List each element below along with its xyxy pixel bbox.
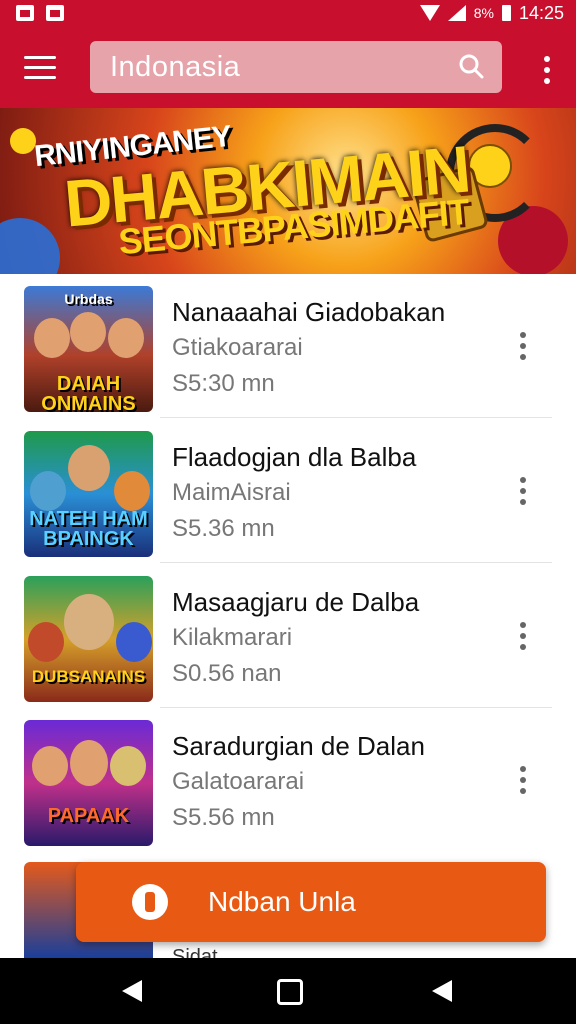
app-title: Saradurgian de Dalan bbox=[172, 731, 425, 761]
divider bbox=[160, 417, 552, 418]
recents-icon[interactable] bbox=[432, 980, 452, 1002]
banner-decoration bbox=[0, 218, 60, 274]
app-subtitle: MaimAisrai bbox=[172, 479, 291, 506]
signal-icon bbox=[447, 5, 466, 21]
battery-icon bbox=[501, 5, 511, 21]
thumbnail-title: DUBSANAINS bbox=[31, 667, 146, 686]
more-vert-icon[interactable] bbox=[544, 56, 552, 84]
app-size: S5.56 mn bbox=[172, 804, 275, 831]
battery-percent: 8% bbox=[473, 5, 494, 21]
thumbnail-caption: Urbdas bbox=[64, 291, 113, 307]
search-icon[interactable] bbox=[458, 53, 484, 79]
more-vert-icon[interactable] bbox=[520, 332, 528, 372]
status-time: 14:25 bbox=[518, 2, 564, 23]
app-title: Masaagjaru de Dalba bbox=[172, 587, 420, 617]
thumbnail-title: NATEH HAM BPAINGK bbox=[29, 508, 148, 550]
install-button[interactable]: Ndban Unla bbox=[76, 862, 546, 942]
status-bar: 8% 14:25 bbox=[0, 0, 576, 26]
divider bbox=[160, 562, 552, 563]
app-thumbnail: NATEH HAM BPAINGK bbox=[24, 431, 153, 557]
home-icon[interactable] bbox=[277, 979, 303, 1005]
app-thumbnail: PAPAAK bbox=[24, 720, 153, 846]
more-vert-icon[interactable] bbox=[520, 766, 528, 806]
menu-icon[interactable] bbox=[24, 56, 56, 80]
more-vert-icon[interactable] bbox=[520, 477, 528, 517]
app-size: S5:30 mn bbox=[172, 370, 275, 397]
image-notification-icon bbox=[16, 5, 34, 21]
app-thumbnail: Urbdas DAIAH ONMAINS bbox=[24, 286, 153, 412]
thumbnail-title: DAIAH ONMAINS bbox=[41, 373, 136, 412]
thumbnail-title: PAPAAK bbox=[47, 805, 130, 827]
install-button-label: Ndban Unla bbox=[208, 886, 356, 917]
list-item[interactable]: PAPAAK Saradurgian de Dalan Galatoararai… bbox=[0, 708, 576, 852]
wifi-icon bbox=[419, 5, 440, 21]
system-nav-bar bbox=[0, 958, 576, 1024]
gallery-notification-icon bbox=[46, 5, 64, 21]
app-subtitle: Gtiakoararai bbox=[172, 334, 303, 361]
list-item[interactable]: Urbdas DAIAH ONMAINS Nanaaahai Giadobaka… bbox=[0, 274, 576, 418]
search-input[interactable]: Indonasia bbox=[90, 41, 502, 93]
list-item[interactable]: NATEH HAM BPAINGK Flaadogjan dla Balba M… bbox=[0, 419, 576, 563]
app-subtitle: Galatoararai bbox=[172, 768, 305, 795]
promo-banner[interactable]: RNIYINGANEY DHABKIMAIN SEONTBPASIMDAFIT bbox=[0, 108, 576, 274]
app-title: Flaadogjan dla Balba bbox=[172, 442, 417, 472]
app-bar: Indonasia bbox=[0, 26, 576, 108]
app-size: S5.36 mn bbox=[172, 515, 275, 542]
more-vert-icon[interactable] bbox=[520, 622, 528, 662]
app-subtitle: Kilakmarari bbox=[172, 624, 293, 651]
app-title: Nanaaahai Giadobakan bbox=[172, 297, 446, 327]
list-item[interactable]: DUBSANAINS Masaagjaru de Dalba Kilakmara… bbox=[0, 564, 576, 708]
back-icon[interactable] bbox=[122, 980, 142, 1002]
search-placeholder: Indonasia bbox=[110, 51, 241, 83]
app-thumbnail: DUBSANAINS bbox=[24, 576, 153, 702]
app-size: S0.56 nan bbox=[172, 660, 282, 687]
info-icon bbox=[132, 884, 168, 920]
